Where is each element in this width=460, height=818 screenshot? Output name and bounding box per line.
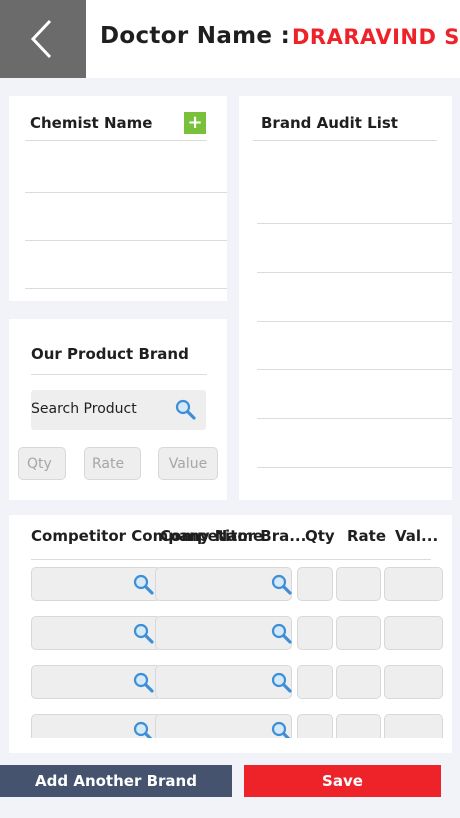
col-qty: Qty [305,527,335,545]
competitor-qty-input[interactable] [297,714,333,738]
doctor-name-label: Doctor Name : [100,23,291,49]
col-rate: Rate [347,527,387,545]
list-item [257,223,452,224]
search-icon[interactable] [133,721,155,738]
search-icon[interactable] [271,574,293,596]
competitor-rate-input[interactable] [336,665,381,699]
our-product-card: Our Product Brand Search Product Qty Rat… [9,319,227,500]
list-item [257,321,452,322]
divider [253,140,437,141]
plus-icon: + [187,112,203,133]
search-icon[interactable] [133,672,155,694]
col-value: Val... [395,527,439,545]
competitor-value-input[interactable] [384,665,443,699]
competitor-qty-input[interactable] [297,567,333,601]
chemist-title: Chemist Name [30,114,153,132]
add-another-brand-button[interactable]: Add Another Brand [0,765,232,797]
search-icon[interactable] [133,574,155,596]
brand-audit-card: Brand Audit List [239,96,452,500]
search-icon[interactable] [271,721,293,738]
search-icon[interactable] [271,672,293,694]
list-item [257,369,452,370]
list-item [257,467,452,468]
divider [31,374,207,375]
competitor-qty-input[interactable] [297,665,333,699]
competitor-rows[interactable] [0,560,460,738]
doctor-name-value: DRARAVIND SA [292,25,460,49]
list-item [257,418,452,419]
back-button[interactable] [0,0,86,78]
competitor-rate-input[interactable] [336,616,381,650]
competitor-value-input[interactable] [384,616,443,650]
chemist-card: Chemist Name + [9,96,227,301]
divider [25,140,207,141]
product-search-placeholder: Search Product [31,401,137,417]
save-button[interactable]: Save [244,765,441,797]
value-input[interactable]: Value [158,447,218,480]
competitor-value-input[interactable] [384,714,443,738]
list-item [257,272,452,273]
chevron-left-icon [30,19,52,59]
competitor-rate-input[interactable] [336,567,381,601]
our-product-title: Our Product Brand [31,345,189,363]
competitor-value-input[interactable] [384,567,443,601]
app-header: Doctor Name : DRARAVIND SA [0,0,460,78]
competitor-rate-input[interactable] [336,714,381,738]
col-competitor-brand: Competitor Bra... [160,527,307,545]
list-item[interactable] [25,288,227,289]
rate-input[interactable]: Rate [84,447,141,480]
list-item[interactable] [25,192,227,193]
competitor-qty-input[interactable] [297,616,333,650]
search-icon[interactable] [133,623,155,645]
qty-input[interactable]: Qty [18,447,66,480]
list-item[interactable] [25,240,227,241]
product-search-input[interactable]: Search Product [31,390,206,430]
add-chemist-button[interactable]: + [184,112,206,134]
search-icon[interactable] [271,623,293,645]
search-icon[interactable] [175,399,197,421]
brand-audit-title: Brand Audit List [261,114,398,132]
